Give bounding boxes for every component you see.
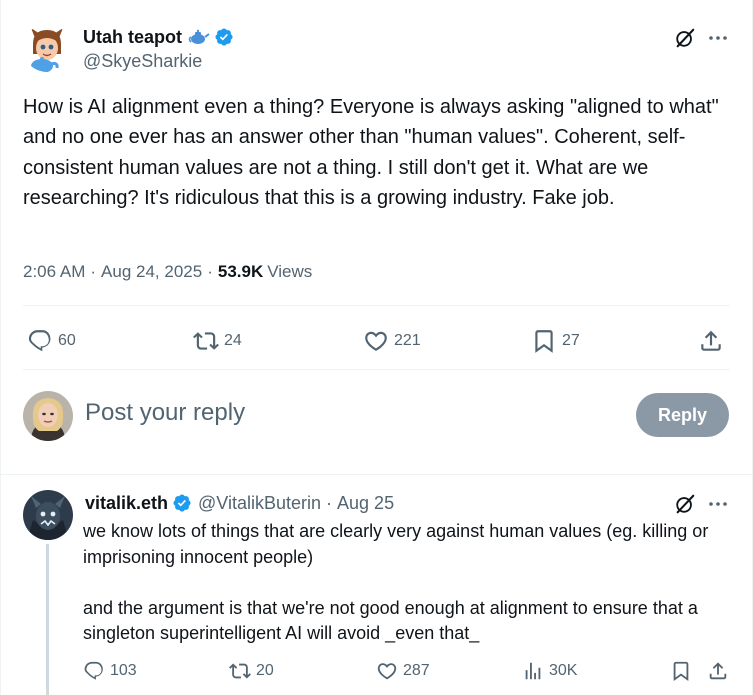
views-button[interactable]: 30K [522, 658, 577, 684]
reply-author-handle[interactable]: @VitalikButerin [198, 493, 321, 514]
reply-text: we know lots of things that are clearly … [83, 519, 743, 647]
like-button[interactable]: 287 [376, 658, 430, 684]
bookmark-icon [535, 330, 553, 353]
reply-icon [28, 330, 51, 352]
grok-icon[interactable] [674, 493, 696, 515]
reply-actions: 103 20 287 30K [83, 658, 733, 684]
more-icon[interactable] [707, 494, 729, 514]
share-button[interactable] [698, 326, 724, 356]
more-icon[interactable] [707, 28, 729, 48]
reply-count: 60 [58, 332, 76, 349]
reply-date[interactable]: Aug 25 [337, 493, 394, 514]
like-icon [365, 331, 387, 351]
tweet-text: How is AI alignment even a thing? Everyo… [23, 96, 725, 210]
author-handle[interactable]: @SkyeSharkie [83, 51, 202, 72]
share-icon [709, 662, 727, 680]
grok-icon[interactable] [674, 27, 696, 49]
reply-button[interactable]: 103 [83, 658, 137, 684]
repost-button[interactable]: 20 [229, 658, 274, 684]
divider [23, 305, 730, 306]
thread-line [46, 544, 49, 695]
author-avatar[interactable] [23, 24, 71, 72]
section-divider [1, 474, 752, 475]
repost-count: 24 [224, 332, 242, 349]
tweet-actions: 60 24 221 27 [23, 326, 733, 356]
like-count: 221 [394, 332, 421, 349]
like-icon [377, 663, 397, 680]
repost-icon [193, 332, 219, 350]
views-label: Views [267, 262, 313, 281]
reply-button[interactable]: 60 [27, 326, 76, 356]
repost-icon [229, 663, 251, 679]
reply-input[interactable]: Post your reply [85, 399, 245, 427]
share-button[interactable] [707, 658, 729, 684]
reply-paragraph: and the argument is that we're not good … [83, 597, 698, 644]
bookmark-button[interactable]: 27 [531, 326, 580, 356]
views-count: 30K [549, 662, 578, 679]
verified-icon[interactable] [172, 493, 192, 513]
reply-paragraph: we know lots of things that are clearly … [83, 521, 709, 567]
author-display-name[interactable]: Utah teapot [83, 27, 182, 48]
bookmark-count: 27 [562, 332, 580, 349]
repost-count: 20 [256, 662, 274, 679]
reply-icon [84, 661, 103, 680]
reply-count: 103 [110, 662, 137, 679]
author-name-row: Utah teapot [83, 26, 234, 48]
meta-separator: · [90, 262, 97, 281]
like-button[interactable]: 221 [363, 326, 421, 356]
reply-header: vitalik.eth @VitalikButerin · Aug 25 [85, 491, 394, 515]
meta-separator: · [207, 262, 213, 281]
share-icon [701, 330, 721, 351]
bookmark-icon [673, 661, 689, 682]
teapot-icon [188, 29, 210, 44]
tweet-meta: 2:06 AM · Aug 24, 2025 · 53.9K Views [23, 262, 312, 282]
reply-submit-button[interactable]: Reply [636, 393, 729, 437]
verified-icon[interactable] [214, 27, 234, 47]
tweet-date[interactable]: Aug 24, 2025 [101, 262, 202, 282]
user-avatar[interactable] [23, 391, 73, 441]
divider [23, 369, 730, 370]
views-icon [525, 662, 541, 680]
bookmark-button[interactable] [670, 658, 692, 684]
like-count: 287 [403, 662, 430, 679]
reply-author-name[interactable]: vitalik.eth [85, 493, 168, 514]
repost-button[interactable]: 24 [193, 326, 242, 356]
reply-author-avatar[interactable] [23, 490, 73, 540]
post-detail: Utah teapot @SkyeSharkie How is AI align… [0, 0, 753, 695]
views-count: 53.9K [217, 262, 264, 281]
meta-separator: · [326, 492, 333, 513]
tweet-time[interactable]: 2:06 AM [23, 262, 85, 282]
